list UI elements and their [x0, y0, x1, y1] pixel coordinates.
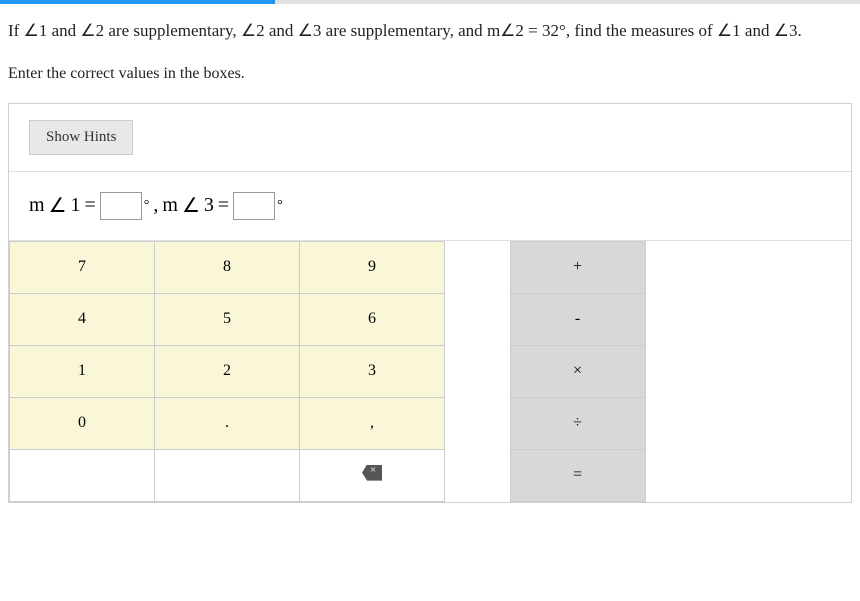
key-1[interactable]: 1 [10, 345, 155, 397]
key-2[interactable]: 2 [155, 345, 300, 397]
angle-icon: ∠ [717, 21, 732, 40]
key-4[interactable]: 4 [10, 293, 155, 345]
key-backspace[interactable] [300, 449, 445, 501]
gap [445, 397, 510, 449]
show-hints-button[interactable]: Show Hints [29, 120, 133, 155]
angle-icon: ∠ [500, 21, 515, 40]
text: , [153, 194, 158, 217]
number-pad: 7 8 9 4 5 6 1 2 3 0 . , [9, 241, 445, 502]
key-multiply[interactable]: × [510, 345, 645, 397]
text: 32 [542, 21, 559, 40]
key-6[interactable]: 6 [300, 293, 445, 345]
angle-1-input[interactable] [100, 192, 142, 220]
text: 2 [515, 21, 524, 40]
text: 1 [71, 194, 81, 217]
angle-icon: ∠ [24, 21, 39, 40]
text: . [797, 21, 801, 40]
key-minus[interactable]: - [510, 293, 645, 345]
operator-pad: + - × ÷ = [445, 241, 646, 502]
angle-icon: ∠ [182, 193, 200, 218]
gap [445, 449, 510, 501]
answer-panel: Show Hints m∠1 = °, m∠3 = ° 7 8 9 4 5 6 [8, 103, 852, 503]
angle-icon: ∠ [241, 21, 256, 40]
angle-icon: ∠ [298, 21, 313, 40]
text: and [47, 21, 80, 40]
empty-cell [155, 449, 300, 501]
text: and [741, 21, 774, 40]
key-7[interactable]: 7 [10, 241, 155, 293]
text: = [218, 194, 229, 217]
key-3[interactable]: 3 [300, 345, 445, 397]
text: ° [559, 21, 566, 40]
angle-icon: ∠ [80, 21, 95, 40]
key-divide[interactable]: ÷ [510, 397, 645, 449]
text: 3 [204, 194, 214, 217]
instruction-text: Enter the correct values in the boxes. [8, 65, 852, 83]
text: m [487, 21, 500, 40]
keypad: 7 8 9 4 5 6 1 2 3 0 . , [9, 241, 851, 502]
question-text: If ∠1 and ∠2 are supplementary, ∠2 and ∠… [8, 16, 852, 47]
key-dot[interactable]: . [155, 397, 300, 449]
key-9[interactable]: 9 [300, 241, 445, 293]
text: are supplementary, [104, 21, 241, 40]
angle-icon: ∠ [49, 193, 67, 218]
text: = [85, 194, 96, 217]
gap [445, 345, 510, 397]
text: 2 [96, 21, 105, 40]
text: = [524, 21, 542, 40]
text: m [162, 194, 178, 217]
key-0[interactable]: 0 [10, 397, 155, 449]
backspace-icon [362, 465, 382, 481]
key-plus[interactable]: + [510, 241, 645, 293]
text: are supplementary, and [321, 21, 487, 40]
text: 2 [256, 21, 265, 40]
gap [445, 241, 510, 293]
text: and [265, 21, 298, 40]
key-equals[interactable]: = [510, 449, 645, 501]
text: ° [277, 198, 283, 214]
angle-3-input[interactable] [233, 192, 275, 220]
key-5[interactable]: 5 [155, 293, 300, 345]
hints-section: Show Hints [9, 104, 851, 172]
progress-bar [0, 0, 860, 4]
progress-fill [0, 0, 275, 4]
text: 1 [732, 21, 741, 40]
angle-icon: ∠ [774, 21, 789, 40]
text: If [8, 21, 24, 40]
empty-cell [10, 449, 155, 501]
key-8[interactable]: 8 [155, 241, 300, 293]
key-comma[interactable]: , [300, 397, 445, 449]
answer-expression: m∠1 = °, m∠3 = ° [9, 172, 851, 241]
text: m [29, 194, 45, 217]
text: ° [144, 198, 150, 214]
text: , find the measures of [566, 21, 717, 40]
gap [445, 293, 510, 345]
